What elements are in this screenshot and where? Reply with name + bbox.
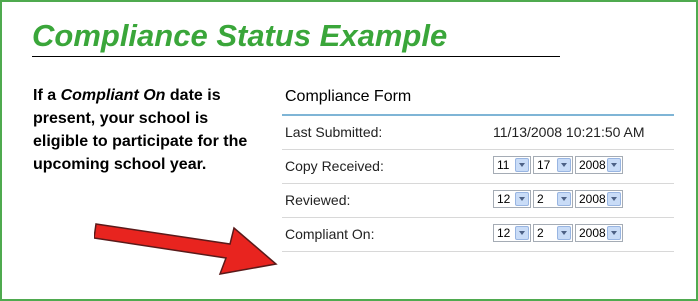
reviewed-month-select[interactable]: 12 — [493, 190, 531, 208]
chevron-down-icon[interactable] — [557, 158, 571, 172]
slide-title: Compliance Status Example — [32, 16, 560, 57]
last-submitted-label: Last Submitted: — [285, 124, 383, 140]
copy-received-label: Copy Received: — [285, 158, 384, 174]
compliant-on-year-select[interactable]: 2008 — [575, 224, 623, 242]
chevron-down-icon[interactable] — [557, 226, 571, 240]
compliant-on-day-value: 2 — [537, 226, 544, 240]
copy-received-year-value: 2008 — [579, 158, 606, 172]
row-last-submitted: Last Submitted: 11/13/2008 10:21:50 AM — [282, 116, 674, 150]
chevron-down-icon[interactable] — [515, 226, 529, 240]
slide-frame: Compliance Status Example If a Compliant… — [0, 0, 698, 301]
chevron-down-icon[interactable] — [557, 192, 571, 206]
compliant-on-year-value: 2008 — [579, 226, 606, 240]
compliance-form: Compliance Form Last Submitted: 11/13/20… — [282, 84, 674, 252]
explanation-prefix: If a — [33, 87, 61, 104]
compliant-on-label: Compliant On: — [285, 226, 375, 242]
row-compliant-on: Compliant On: 12 2 2008 — [282, 218, 674, 252]
chevron-down-icon[interactable] — [607, 226, 621, 240]
reviewed-day-select[interactable]: 2 — [533, 190, 573, 208]
compliant-on-month-select[interactable]: 12 — [493, 224, 531, 242]
copy-received-day-value: 17 — [537, 158, 551, 172]
copy-received-month-select[interactable]: 11 — [493, 156, 531, 174]
copy-received-year-select[interactable]: 2008 — [575, 156, 623, 174]
compliant-on-month-value: 12 — [497, 226, 511, 240]
row-reviewed: Reviewed: 12 2 2008 — [282, 184, 674, 218]
explanation-text: If a Compliant On date is present, your … — [33, 84, 265, 176]
compliant-on-day-select[interactable]: 2 — [533, 224, 573, 242]
form-header: Compliance Form — [282, 84, 674, 116]
copy-received-month-value: 11 — [497, 158, 510, 172]
explanation-emphasis: Compliant On — [60, 87, 166, 104]
last-submitted-value: 11/13/2008 10:21:50 AM — [493, 124, 645, 140]
row-copy-received: Copy Received: 11 17 2008 — [282, 150, 674, 184]
reviewed-day-value: 2 — [537, 192, 544, 206]
reviewed-month-value: 12 — [497, 192, 511, 206]
reviewed-label: Reviewed: — [285, 192, 351, 208]
reviewed-year-value: 2008 — [579, 192, 606, 206]
chevron-down-icon[interactable] — [515, 158, 529, 172]
chevron-down-icon[interactable] — [607, 192, 621, 206]
copy-received-day-select[interactable]: 17 — [533, 156, 573, 174]
reviewed-year-select[interactable]: 2008 — [575, 190, 623, 208]
chevron-down-icon[interactable] — [515, 192, 529, 206]
red-arrow-icon — [94, 223, 278, 275]
chevron-down-icon[interactable] — [607, 158, 621, 172]
